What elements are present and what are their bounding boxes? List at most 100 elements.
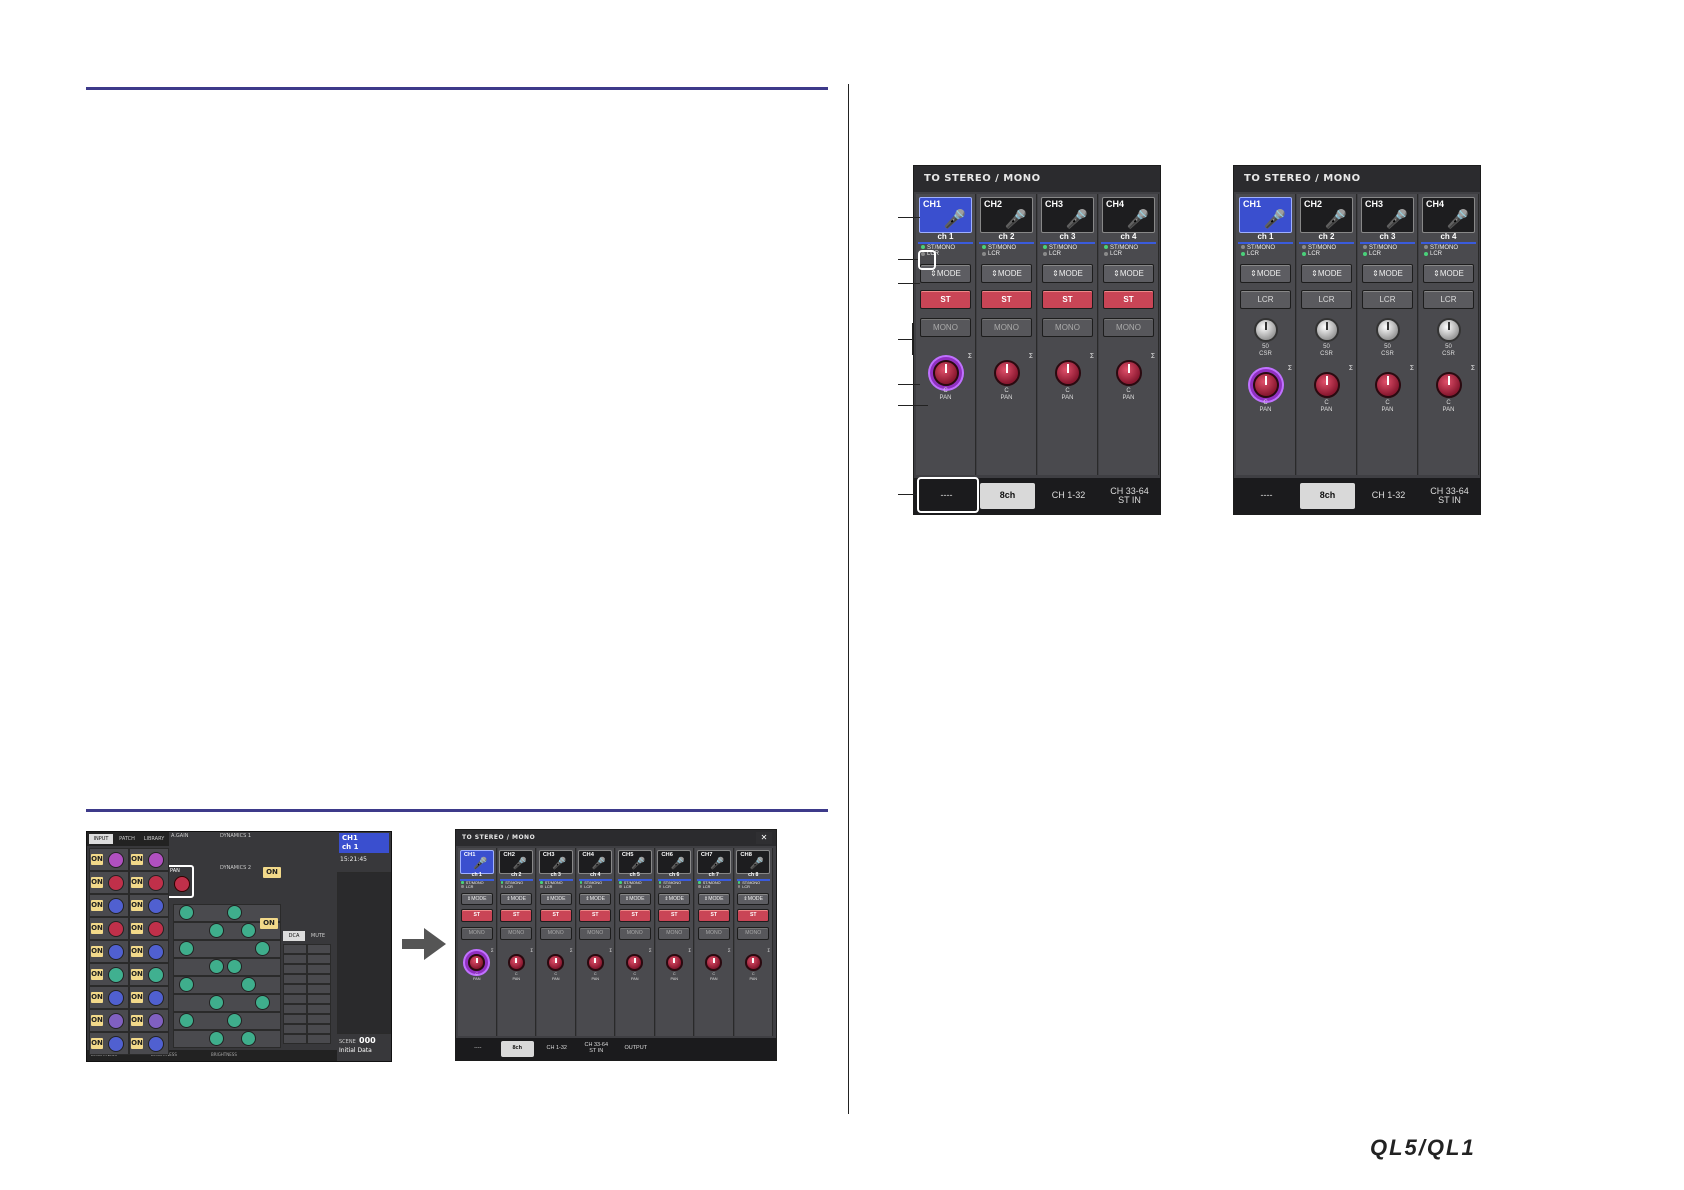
lcr-button[interactable]: LCR — [1423, 290, 1474, 309]
parameter-knob[interactable] — [148, 921, 164, 937]
channel-select-button-2[interactable]: CH2 🎤 — [499, 849, 534, 874]
eq-knob[interactable] — [227, 905, 242, 920]
pan-knob[interactable] — [665, 954, 683, 971]
pan-knob[interactable] — [626, 954, 644, 971]
on-button[interactable]: ON — [131, 992, 143, 1003]
range-tab-4[interactable]: CH 33-64 ST IN — [1422, 483, 1477, 508]
on-button[interactable]: ON — [91, 854, 103, 865]
range-tab-4[interactable]: CH 33-64 ST IN — [580, 1041, 614, 1056]
parameter-knob[interactable] — [108, 967, 124, 983]
mode-button[interactable]: ⇕MODE — [579, 892, 612, 905]
mono-button[interactable]: MONO — [1042, 318, 1093, 337]
on-button[interactable]: ON — [131, 946, 143, 957]
on-button[interactable]: ON — [91, 877, 103, 888]
parameter-knob[interactable] — [108, 1036, 124, 1052]
range-tab-2[interactable]: 8ch — [980, 483, 1035, 509]
overview-on-button[interactable]: ON — [260, 918, 278, 929]
channel-select-button-8[interactable]: CH8 🎤 — [736, 849, 771, 874]
eq-knob[interactable] — [241, 1031, 256, 1046]
range-tab-2[interactable]: 8ch — [500, 1041, 534, 1057]
eq-knob[interactable] — [255, 995, 270, 1010]
st-button[interactable]: ST — [1042, 290, 1093, 309]
pan-knob[interactable] — [1252, 372, 1279, 398]
pan-knob[interactable] — [507, 954, 525, 971]
lcr-button[interactable]: LCR — [1301, 290, 1352, 309]
on-button[interactable]: ON — [131, 923, 143, 934]
parameter-knob[interactable] — [148, 990, 164, 1006]
pan-knob[interactable] — [993, 360, 1020, 386]
overview-tab-patch[interactable]: PATCH — [115, 834, 139, 844]
lcr-button[interactable]: LCR — [1362, 290, 1413, 309]
eq-knob[interactable] — [209, 995, 224, 1010]
mono-button[interactable]: MONO — [981, 318, 1032, 337]
parameter-knob[interactable] — [148, 967, 164, 983]
parameter-knob[interactable] — [148, 944, 164, 960]
eq-knob[interactable] — [227, 1013, 242, 1028]
mode-button[interactable]: ⇕MODE — [618, 892, 651, 905]
eq-knob[interactable] — [255, 941, 270, 956]
channel-select-button-3[interactable]: CH3 🎤 — [1361, 197, 1414, 233]
overview-dca-tab[interactable]: DCA — [283, 931, 305, 941]
csr-knob[interactable] — [1436, 318, 1461, 342]
pan-knob[interactable] — [1115, 360, 1142, 386]
channel-select-button-4[interactable]: CH4 🎤 — [1102, 197, 1155, 233]
close-button[interactable]: ✕ — [756, 832, 772, 844]
range-tab-4[interactable]: CH 33-64 ST IN — [1102, 483, 1157, 508]
eq-knob[interactable] — [179, 905, 194, 920]
overview-tab-library[interactable]: LIBRARY — [141, 834, 167, 844]
mode-button[interactable]: ⇕MODE — [1423, 264, 1474, 283]
csr-knob[interactable] — [1375, 318, 1400, 342]
parameter-knob[interactable] — [108, 898, 124, 914]
on-button[interactable]: ON — [91, 1015, 103, 1026]
mono-button[interactable]: MONO — [1103, 318, 1154, 337]
st-button[interactable]: ST — [500, 909, 533, 922]
st-button[interactable]: ST — [539, 909, 572, 922]
overview-mute-tab[interactable]: MUTE — [307, 931, 329, 941]
eq-knob[interactable] — [241, 923, 256, 938]
mode-button[interactable]: ⇕MODE — [658, 892, 691, 905]
parameter-knob[interactable] — [148, 875, 164, 891]
pan-knob[interactable] — [744, 954, 762, 971]
mode-button[interactable]: ⇕MODE — [981, 264, 1032, 283]
eq-knob[interactable] — [179, 1013, 194, 1028]
channel-select-button-5[interactable]: CH5 🎤 — [617, 849, 652, 874]
channel-select-button-1[interactable]: CH1 🎤 — [459, 849, 494, 874]
channel-select-button-6[interactable]: CH6 🎤 — [657, 849, 692, 874]
range-tab-3[interactable]: CH 1-32 — [1361, 483, 1416, 508]
range-tab-1[interactable]: ---- — [1239, 483, 1294, 508]
on-button[interactable]: ON — [91, 992, 103, 1003]
range-tab-1[interactable]: ---- — [461, 1041, 495, 1056]
mode-button[interactable]: ⇕MODE — [1301, 264, 1352, 283]
overview-on-button[interactable]: ON — [263, 867, 281, 878]
eq-knob[interactable] — [209, 1031, 224, 1046]
mono-button[interactable]: MONO — [500, 927, 533, 940]
on-button[interactable]: ON — [131, 854, 143, 865]
mono-button[interactable]: MONO — [920, 318, 971, 337]
mode-button[interactable]: ⇕MODE — [1103, 264, 1154, 283]
eq-knob[interactable] — [227, 959, 242, 974]
mono-button[interactable]: MONO — [579, 927, 612, 940]
pan-knob[interactable] — [1313, 372, 1340, 398]
parameter-knob[interactable] — [108, 852, 124, 868]
overview-tab-input[interactable]: INPUT — [89, 834, 113, 844]
mode-button[interactable]: ⇕MODE — [737, 892, 770, 905]
range-tab-5[interactable]: OUTPUT — [619, 1041, 653, 1056]
eq-knob[interactable] — [209, 923, 224, 938]
parameter-knob[interactable] — [148, 1036, 164, 1052]
on-button[interactable]: ON — [131, 1015, 143, 1026]
st-button[interactable]: ST — [1103, 290, 1154, 309]
channel-select-button-2[interactable]: CH2 🎤 — [1300, 197, 1353, 233]
pan-knob[interactable] — [586, 954, 604, 971]
eq-knob[interactable] — [241, 977, 256, 992]
channel-select-button-2[interactable]: CH2 🎤 — [980, 197, 1033, 233]
parameter-knob[interactable] — [108, 1013, 124, 1029]
overview-channel-box[interactable]: CH1 ch 1 — [339, 833, 389, 853]
channel-select-button-4[interactable]: CH4 🎤 — [1422, 197, 1475, 233]
mode-button[interactable]: ⇕MODE — [697, 892, 730, 905]
csr-knob[interactable] — [1314, 318, 1339, 342]
mono-button[interactable]: MONO — [539, 927, 572, 940]
mode-button[interactable]: ⇕MODE — [1240, 264, 1291, 283]
mode-button[interactable]: ⇕MODE — [1042, 264, 1093, 283]
parameter-knob[interactable] — [148, 852, 164, 868]
channel-select-button-4[interactable]: CH4 🎤 — [578, 849, 613, 874]
